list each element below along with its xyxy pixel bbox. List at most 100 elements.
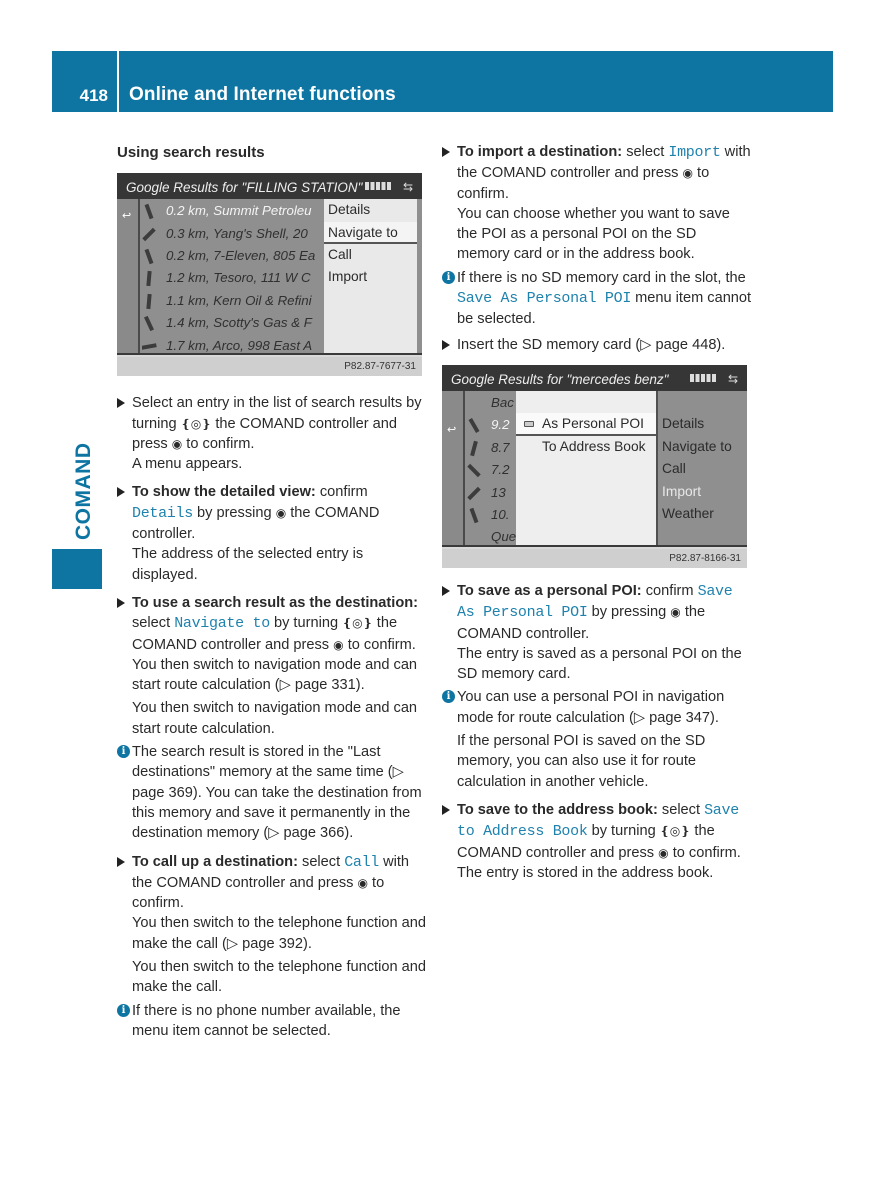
info-note-continued: If the personal POI is saved on the SD m… [457, 733, 706, 790]
info-note: i You can use a personal POI in navigati… [442, 687, 752, 791]
context-menu: Details Navigate to Call Import Weather [656, 390, 747, 545]
back-arrow-icon[interactable]: ↩ [122, 206, 131, 226]
direction-arrow-icon [146, 271, 152, 287]
menu-item-call[interactable]: Call [658, 458, 747, 480]
bullet-triangle-icon [117, 597, 125, 608]
screen-title-bar: Google Results for "mercedes benz" ⇆ [442, 364, 747, 391]
step-result: The entry is saved as a personal POI on … [457, 645, 742, 683]
submenu-item-to-address-book[interactable]: To Address Book [516, 436, 656, 458]
screen-title-bar: Google Results for "FILLING STATION" ⇆ [117, 173, 422, 200]
results-pane: ↩ 0.2 km, Summit Petroleu 0.3 km, Yang's… [117, 199, 422, 356]
side-tab-label: COMAND [72, 442, 95, 541]
step-result: You then switch to the telephone functio… [132, 915, 426, 952]
direction-arrow-icon [467, 486, 481, 500]
menu-ref-import: Import [668, 144, 721, 161]
instruction-step: To call up a destination: select Call wi… [117, 852, 427, 998]
step-result: The entry is stored in the address book. [457, 864, 714, 881]
left-column: Using search results Google Results for … [117, 140, 427, 1044]
press-controller-icon: ◉ [171, 436, 183, 451]
info-note: i The search result is stored in the "La… [117, 742, 427, 843]
menu-item-details[interactable]: Details [658, 413, 747, 435]
bullet-triangle-icon [442, 339, 450, 350]
instruction-step: To show the detailed view: confirm Detai… [117, 482, 427, 584]
page-header: 418 Online and Internet functions [52, 51, 833, 112]
instruction-step: Select an entry in the list of search re… [117, 393, 427, 474]
bullet-triangle-icon [442, 804, 450, 815]
direction-arrow-icon [144, 204, 154, 220]
step-result: You then switch to navigation mode and c… [132, 656, 418, 694]
instruction-step: Insert the SD memory card (▷ page 448). [442, 335, 752, 355]
menu-ref-details: Details [132, 504, 193, 522]
instruction-step: To import a destination: select Import w… [442, 142, 752, 265]
signal-strength-icon [365, 182, 392, 191]
header-divider [117, 51, 119, 112]
page-number: 418 [79, 86, 108, 105]
bullet-triangle-icon [117, 487, 125, 498]
screen-title: Google Results for "FILLING STATION" [126, 180, 363, 196]
info-note: i If there is no SD memory card in the s… [442, 268, 752, 330]
screenshot-mercedes-benz: Google Results for "mercedes benz" ⇆ ↩ B… [442, 364, 747, 568]
step-result: You then switch to the telephone functio… [132, 959, 426, 996]
section-title: Using search results [117, 144, 265, 161]
signal-strength-icon [690, 373, 717, 382]
press-controller-icon: ◉ [658, 845, 669, 860]
info-icon: i [442, 270, 455, 284]
step-result: You then switch to navigation mode and c… [132, 700, 418, 737]
menu-ref-save-as-personal-poi: Save As Personal POI [457, 290, 632, 308]
turn-controller-icon: ❴◎❵ [659, 824, 691, 839]
menu-item-navigate-to[interactable]: Navigate to [324, 221, 417, 245]
back-strip[interactable]: ↩ [117, 199, 140, 354]
direction-arrow-icon [142, 342, 157, 350]
instruction-step: To save as a personal POI: confirm Save … [442, 581, 752, 684]
results-pane: ↩ Bac 9.2 8.7 7.2 13 10. Que As Personal… [442, 390, 747, 547]
back-strip[interactable]: ↩ [442, 390, 465, 545]
figure-id: P82.87-8166-31 [442, 548, 747, 568]
figure-id: P82.87-7677-31 [117, 357, 422, 377]
turn-controller-icon: ❴◎❵ [180, 416, 212, 431]
info-icon: i [117, 745, 130, 759]
right-column: To import a destination: select Import w… [442, 140, 752, 891]
bullet-triangle-icon [442, 147, 450, 157]
instruction-step: To use a search result as the destinatio… [117, 593, 427, 739]
sd-card-icon [524, 421, 534, 428]
submenu-item-as-personal-poi[interactable]: As Personal POI [516, 413, 656, 436]
import-submenu: As Personal POI To Address Book [516, 390, 656, 545]
bullet-triangle-icon [117, 856, 125, 867]
menu-item-navigate-to[interactable]: Navigate to [658, 436, 747, 458]
menu-item-call[interactable]: Call [324, 244, 417, 266]
direction-arrow-icon [468, 418, 480, 434]
press-controller-icon: ◉ [357, 875, 368, 890]
step-result: You can choose whether you want to save … [457, 205, 730, 263]
menu-ref-call: Call [344, 853, 380, 871]
screenshot-filling-station: Google Results for "FILLING STATION" ⇆ ↩… [117, 173, 422, 377]
screen-title: Google Results for "mercedes benz" [451, 371, 669, 387]
info-icon: i [117, 1003, 130, 1017]
step-result: The address of the selected entry is dis… [132, 546, 364, 583]
turn-controller-icon: ❴◎❵ [342, 616, 373, 631]
direction-arrow-icon [146, 293, 152, 310]
bullet-triangle-icon [117, 398, 125, 409]
connection-arrows-icon: ⇆ [727, 371, 738, 386]
direction-arrow-icon [144, 248, 154, 265]
press-controller-icon: ◉ [333, 637, 344, 652]
menu-item-import[interactable]: Import [658, 481, 747, 503]
press-controller-icon: ◉ [275, 505, 287, 520]
instruction-step: To save to the address book: select Save… [442, 800, 752, 883]
back-arrow-icon[interactable]: ↩ [447, 420, 456, 440]
press-controller-icon: ◉ [670, 605, 681, 620]
direction-arrow-icon [469, 507, 479, 524]
direction-arrow-icon [142, 227, 156, 241]
menu-item-weather[interactable]: Weather [658, 503, 747, 525]
menu-item-import[interactable]: Import [324, 266, 417, 288]
context-menu: Details Navigate to Call Import [324, 199, 417, 354]
chapter-title: Online and Internet functions [129, 84, 396, 105]
connection-arrows-icon: ⇆ [402, 180, 413, 195]
info-icon: i [442, 690, 455, 704]
menu-item-details[interactable]: Details [324, 199, 417, 221]
press-controller-icon: ◉ [682, 166, 693, 181]
direction-arrow-icon [144, 316, 154, 332]
bullet-triangle-icon [442, 585, 450, 596]
menu-ref-navigate-to: Navigate to [174, 615, 270, 633]
side-tab-marker [52, 549, 102, 589]
info-note: i If there is no phone number available,… [117, 1001, 427, 1042]
